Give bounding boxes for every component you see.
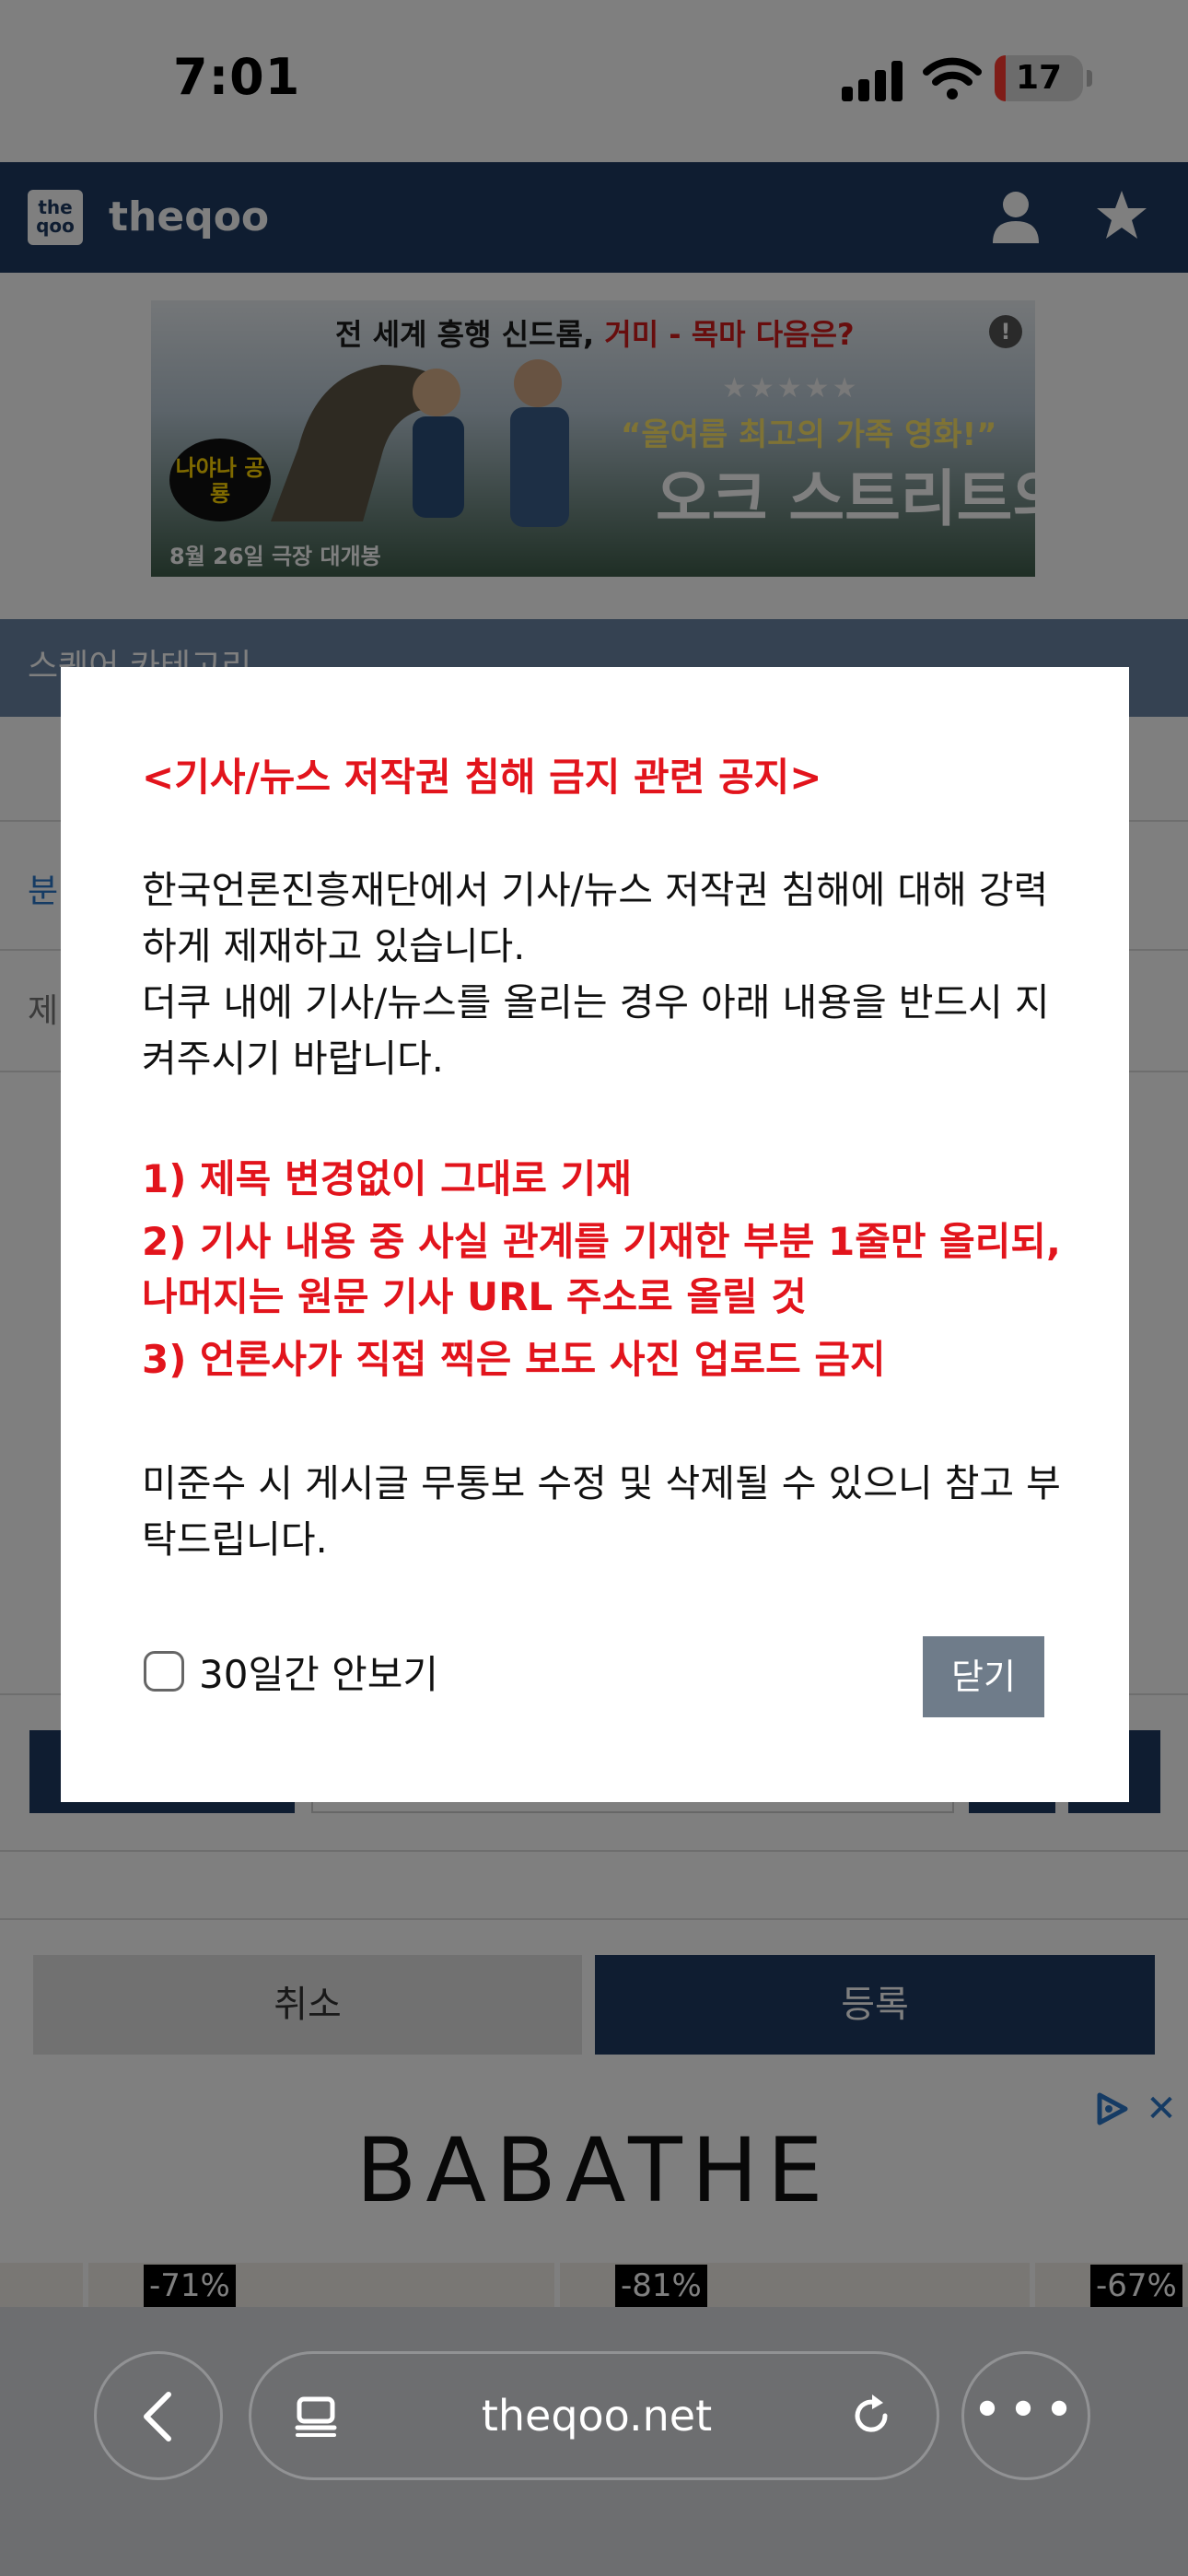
hide-30-days-label[interactable]: 30일간 안보기: [199, 1644, 438, 1700]
chevron-left-icon: [144, 2392, 171, 2441]
reload-icon[interactable]: [848, 2393, 894, 2439]
copyright-notice-modal: <기사/뉴스 저작권 침해 금지 관련 공지> 한국언론진흥재단에서 기사/뉴스…: [61, 667, 1129, 1802]
modal-rule: 1) 제목 변경없이 그대로 기재: [142, 1156, 632, 1201]
close-button[interactable]: 닫기: [923, 1636, 1044, 1717]
more-dots-icon: •••: [972, 2381, 1080, 2441]
modal-rule: 3) 언론사가 직접 찍은 보도 사진 업로드 금지: [142, 1337, 886, 1382]
more-options-button[interactable]: •••: [961, 2351, 1090, 2480]
modal-title: <기사/뉴스 저작권 침해 금지 관련 공지>: [142, 755, 822, 800]
back-button[interactable]: [94, 2351, 223, 2480]
modal-body: 한국언론진흥재단에서 기사/뉴스 저작권 침해에 대해 강력하게 제재하고 있습…: [142, 862, 1063, 1087]
address-bar[interactable]: theqoo.net: [249, 2351, 939, 2480]
modal-rule: 2) 기사 내용 중 사실 관계를 기재한 부분 1줄만 올리되, 나머지는 원…: [142, 1219, 1061, 1319]
modal-rules-list: 1) 제목 변경없이 그대로 기재 2) 기사 내용 중 사실 관계를 기재한 …: [142, 1152, 1072, 1395]
reader-mode-icon[interactable]: [294, 2396, 338, 2437]
url-text: theqoo.net: [481, 2391, 713, 2441]
modal-body-paragraph: 한국언론진흥재단에서 기사/뉴스 저작권 침해에 대해 강력하게 제재하고 있습…: [142, 868, 1049, 968]
modal-note: 미준수 시 게시글 무통보 수정 및 삭제될 수 있으니 참고 부탁드립니다.: [142, 1461, 1061, 1562]
modal-body-paragraph: 더쿠 내에 기사/뉴스를 올리는 경우 아래 내용을 반드시 지켜주시기 바랍니…: [142, 980, 1050, 1081]
hide-30-days-checkbox[interactable]: [144, 1651, 184, 1692]
